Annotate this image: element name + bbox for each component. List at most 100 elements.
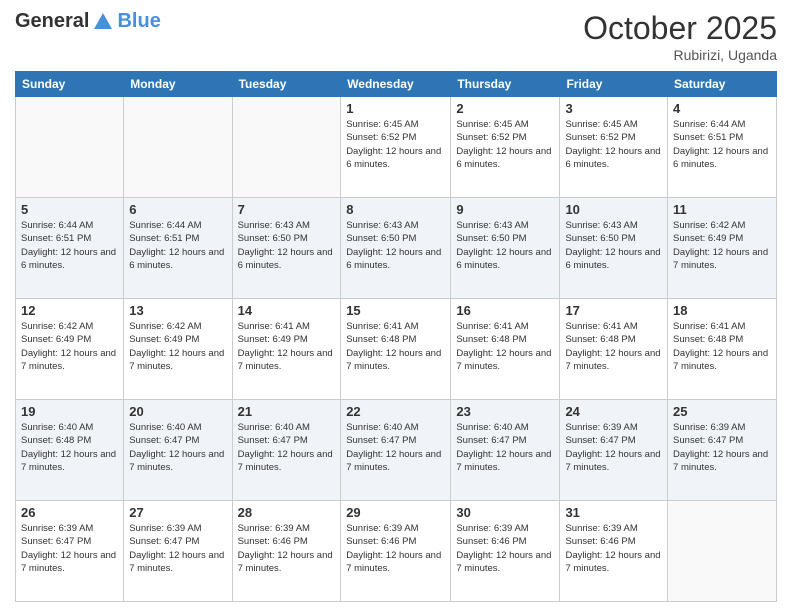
day-number: 11 — [673, 202, 771, 217]
page: General Blue October 2025 Rubirizi, Ugan… — [0, 0, 792, 612]
calendar-header-row: SundayMondayTuesdayWednesdayThursdayFrid… — [16, 72, 777, 97]
day-number: 20 — [129, 404, 226, 419]
day-info: Sunrise: 6:39 AM Sunset: 6:46 PM Dayligh… — [238, 522, 336, 575]
calendar-cell: 10 Sunrise: 6:43 AM Sunset: 6:50 PM Dayli… — [560, 198, 668, 299]
calendar-header-tuesday: Tuesday — [232, 72, 341, 97]
calendar-week-row: 12 Sunrise: 6:42 AM Sunset: 6:49 PM Dayli… — [16, 299, 777, 400]
calendar-week-row: 1 Sunrise: 6:45 AM Sunset: 6:52 PM Daylig… — [16, 97, 777, 198]
day-number: 25 — [673, 404, 771, 419]
subtitle: Rubirizi, Uganda — [583, 47, 777, 63]
day-info: Sunrise: 6:40 AM Sunset: 6:48 PM Dayligh… — [21, 421, 118, 474]
day-number: 27 — [129, 505, 226, 520]
calendar-cell: 7Sunrise: 6:43 AM Sunset: 6:50 PM Daylig… — [232, 198, 341, 299]
calendar-cell: 1 Sunrise: 6:45 AM Sunset: 6:52 PM Daylig… — [341, 97, 451, 198]
day-info: Sunrise: 6:39 AM Sunset: 6:46 PM Dayligh… — [565, 522, 662, 575]
calendar-cell: 11 Sunrise: 6:42 AM Sunset: 6:49 PM Dayli… — [668, 198, 777, 299]
calendar-cell: 4 Sunrise: 6:44 AM Sunset: 6:51 PM Daylig… — [668, 97, 777, 198]
logo-general: General — [15, 10, 89, 33]
calendar-cell — [124, 97, 232, 198]
calendar-cell: 25 Sunrise: 6:39 AM Sunset: 6:47 PM Dayli… — [668, 400, 777, 501]
day-number: 2 — [456, 101, 554, 116]
logo: General Blue — [15, 10, 161, 33]
calendar-cell: 29 Sunrise: 6:39 AM Sunset: 6:46 PM Dayli… — [341, 501, 451, 602]
calendar-cell: 24Sunrise: 6:39 AM Sunset: 6:47 PM Dayli… — [560, 400, 668, 501]
calendar-week-row: 19Sunrise: 6:40 AM Sunset: 6:48 PM Dayli… — [16, 400, 777, 501]
day-number: 10 — [565, 202, 662, 217]
day-number: 14 — [238, 303, 336, 318]
calendar-cell: 16 Sunrise: 6:41 AM Sunset: 6:48 PM Dayli… — [451, 299, 560, 400]
day-info: Sunrise: 6:42 AM Sunset: 6:49 PM Dayligh… — [129, 320, 226, 373]
calendar-cell: 5 Sunrise: 6:44 AM Sunset: 6:51 PM Daylig… — [16, 198, 124, 299]
day-info: Sunrise: 6:39 AM Sunset: 6:47 PM Dayligh… — [21, 522, 118, 575]
day-info: Sunrise: 6:40 AM Sunset: 6:47 PM Dayligh… — [346, 421, 445, 474]
calendar-cell: 9Sunrise: 6:43 AM Sunset: 6:50 PM Daylig… — [451, 198, 560, 299]
day-info: Sunrise: 6:43 AM Sunset: 6:50 PM Dayligh… — [238, 219, 336, 272]
calendar-header-sunday: Sunday — [16, 72, 124, 97]
month-title: October 2025 — [583, 10, 777, 47]
calendar-table: SundayMondayTuesdayWednesdayThursdayFrid… — [15, 71, 777, 602]
calendar-header-friday: Friday — [560, 72, 668, 97]
calendar-cell — [232, 97, 341, 198]
day-info: Sunrise: 6:39 AM Sunset: 6:46 PM Dayligh… — [346, 522, 445, 575]
day-number: 12 — [21, 303, 118, 318]
day-info: Sunrise: 6:41 AM Sunset: 6:48 PM Dayligh… — [346, 320, 445, 373]
day-info: Sunrise: 6:45 AM Sunset: 6:52 PM Dayligh… — [565, 118, 662, 171]
day-number: 16 — [456, 303, 554, 318]
day-info: Sunrise: 6:44 AM Sunset: 6:51 PM Dayligh… — [129, 219, 226, 272]
day-number: 21 — [238, 404, 336, 419]
calendar-header-thursday: Thursday — [451, 72, 560, 97]
logo-blue: Blue — [117, 10, 160, 33]
calendar-cell: 14Sunrise: 6:41 AM Sunset: 6:49 PM Dayli… — [232, 299, 341, 400]
day-info: Sunrise: 6:39 AM Sunset: 6:47 PM Dayligh… — [129, 522, 226, 575]
day-info: Sunrise: 6:45 AM Sunset: 6:52 PM Dayligh… — [346, 118, 445, 171]
day-info: Sunrise: 6:43 AM Sunset: 6:50 PM Dayligh… — [346, 219, 445, 272]
calendar-header-wednesday: Wednesday — [341, 72, 451, 97]
day-info: Sunrise: 6:40 AM Sunset: 6:47 PM Dayligh… — [456, 421, 554, 474]
day-number: 29 — [346, 505, 445, 520]
day-info: Sunrise: 6:45 AM Sunset: 6:52 PM Dayligh… — [456, 118, 554, 171]
calendar-cell — [668, 501, 777, 602]
day-info: Sunrise: 6:44 AM Sunset: 6:51 PM Dayligh… — [21, 219, 118, 272]
logo-text: General Blue — [15, 10, 161, 33]
day-info: Sunrise: 6:39 AM Sunset: 6:47 PM Dayligh… — [565, 421, 662, 474]
calendar-cell: 13 Sunrise: 6:42 AM Sunset: 6:49 PM Dayli… — [124, 299, 232, 400]
day-number: 31 — [565, 505, 662, 520]
day-info: Sunrise: 6:39 AM Sunset: 6:47 PM Dayligh… — [673, 421, 771, 474]
calendar-cell: 23 Sunrise: 6:40 AM Sunset: 6:47 PM Dayli… — [451, 400, 560, 501]
header: General Blue October 2025 Rubirizi, Ugan… — [15, 10, 777, 63]
calendar-week-row: 5 Sunrise: 6:44 AM Sunset: 6:51 PM Daylig… — [16, 198, 777, 299]
day-number: 5 — [21, 202, 118, 217]
day-number: 26 — [21, 505, 118, 520]
day-info: Sunrise: 6:42 AM Sunset: 6:49 PM Dayligh… — [673, 219, 771, 272]
day-number: 8 — [346, 202, 445, 217]
calendar-week-row: 26 Sunrise: 6:39 AM Sunset: 6:47 PM Dayli… — [16, 501, 777, 602]
calendar-cell: 6 Sunrise: 6:44 AM Sunset: 6:51 PM Daylig… — [124, 198, 232, 299]
calendar-cell: 2 Sunrise: 6:45 AM Sunset: 6:52 PM Daylig… — [451, 97, 560, 198]
day-number: 6 — [129, 202, 226, 217]
day-number: 23 — [456, 404, 554, 419]
day-number: 28 — [238, 505, 336, 520]
calendar-cell — [16, 97, 124, 198]
day-number: 9 — [456, 202, 554, 217]
day-number: 3 — [565, 101, 662, 116]
calendar-cell: 27 Sunrise: 6:39 AM Sunset: 6:47 PM Dayli… — [124, 501, 232, 602]
calendar-cell: 26 Sunrise: 6:39 AM Sunset: 6:47 PM Dayli… — [16, 501, 124, 602]
day-info: Sunrise: 6:40 AM Sunset: 6:47 PM Dayligh… — [238, 421, 336, 474]
calendar-cell: 21 Sunrise: 6:40 AM Sunset: 6:47 PM Dayli… — [232, 400, 341, 501]
day-number: 13 — [129, 303, 226, 318]
day-info: Sunrise: 6:41 AM Sunset: 6:48 PM Dayligh… — [565, 320, 662, 373]
day-info: Sunrise: 6:41 AM Sunset: 6:48 PM Dayligh… — [673, 320, 771, 373]
day-number: 4 — [673, 101, 771, 116]
calendar-cell: 8 Sunrise: 6:43 AM Sunset: 6:50 PM Daylig… — [341, 198, 451, 299]
day-info: Sunrise: 6:43 AM Sunset: 6:50 PM Dayligh… — [565, 219, 662, 272]
logo-icon — [92, 11, 114, 33]
day-info: Sunrise: 6:42 AM Sunset: 6:49 PM Dayligh… — [21, 320, 118, 373]
day-info: Sunrise: 6:44 AM Sunset: 6:51 PM Dayligh… — [673, 118, 771, 171]
calendar-cell: 22Sunrise: 6:40 AM Sunset: 6:47 PM Dayli… — [341, 400, 451, 501]
day-info: Sunrise: 6:41 AM Sunset: 6:48 PM Dayligh… — [456, 320, 554, 373]
calendar-cell: 18Sunrise: 6:41 AM Sunset: 6:48 PM Dayli… — [668, 299, 777, 400]
title-block: October 2025 Rubirizi, Uganda — [583, 10, 777, 63]
day-number: 1 — [346, 101, 445, 116]
calendar-cell: 30Sunrise: 6:39 AM Sunset: 6:46 PM Dayli… — [451, 501, 560, 602]
day-number: 30 — [456, 505, 554, 520]
